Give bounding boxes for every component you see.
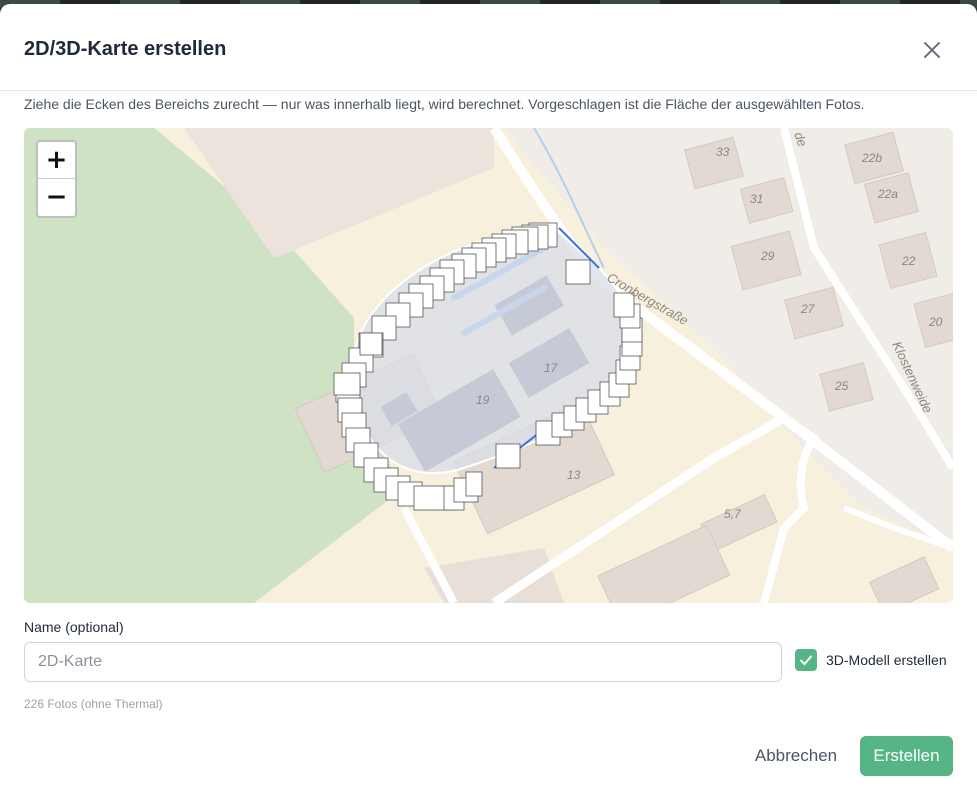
svg-text:5,7: 5,7	[724, 507, 742, 521]
svg-text:22a: 22a	[877, 187, 898, 201]
area-map[interactable]: 33 31 29 27 25 22b 22a 22 20 17 19 13 5,…	[24, 128, 953, 603]
svg-text:13: 13	[567, 468, 581, 482]
checkbox-box[interactable]	[795, 649, 817, 671]
name-label: Name (optional)	[24, 619, 124, 635]
photo-count: 226 Fotos (ohne Thermal)	[24, 697, 163, 711]
check-icon	[800, 655, 812, 665]
create-button[interactable]: Erstellen	[860, 736, 953, 776]
header-divider	[0, 90, 977, 91]
svg-text:20: 20	[928, 315, 943, 329]
create-3d-model-checkbox[interactable]: 3D-Modell erstellen	[795, 649, 947, 671]
svg-text:27: 27	[800, 302, 816, 316]
svg-text:33: 33	[716, 145, 730, 159]
svg-text:19: 19	[476, 393, 490, 407]
zoom-control: + −	[36, 140, 77, 218]
svg-text:22: 22	[901, 254, 916, 268]
svg-text:31: 31	[750, 192, 763, 206]
svg-text:22b: 22b	[861, 151, 882, 165]
name-input[interactable]	[24, 642, 782, 682]
dialog-hint: Ziehe die Ecken des Bereichs zurecht — n…	[24, 96, 865, 112]
zoom-in-button[interactable]: +	[38, 142, 75, 179]
svg-text:17: 17	[544, 361, 559, 375]
dialog-title: 2D/3D-Karte erstellen	[24, 38, 227, 60]
basemap: 33 31 29 27 25 22b 22a 22 20 17 19 13 5,…	[24, 128, 953, 603]
svg-text:25: 25	[834, 379, 849, 393]
close-button[interactable]	[918, 36, 946, 64]
create-map-dialog: 2D/3D-Karte erstellen Ziehe die Ecken de…	[0, 4, 977, 800]
checkbox-label: 3D-Modell erstellen	[826, 652, 947, 668]
svg-text:29: 29	[760, 249, 775, 263]
zoom-out-button[interactable]: −	[38, 179, 75, 216]
close-icon	[924, 42, 940, 58]
cancel-button[interactable]: Abbrechen	[750, 736, 842, 776]
